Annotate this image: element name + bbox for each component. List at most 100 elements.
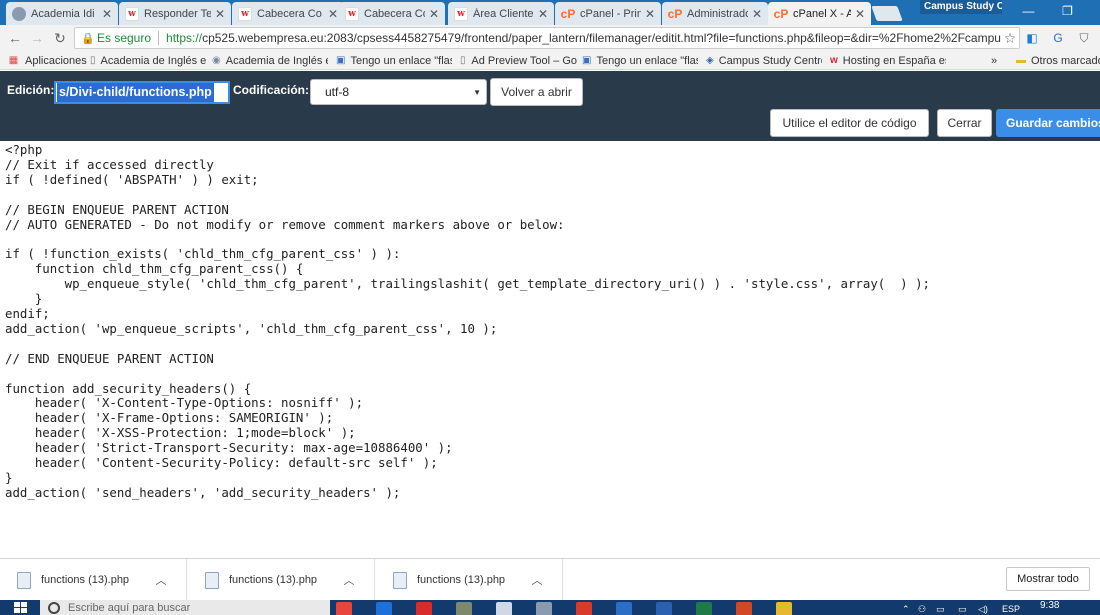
show-all-button[interactable]: Mostrar todo [1006, 567, 1090, 591]
battery-icon[interactable]: ▭ [958, 604, 967, 615]
bookmark-label: Academia de Inglés e [225, 54, 328, 67]
close-button[interactable]: Cerrar [937, 109, 992, 137]
seal-icon [12, 6, 26, 21]
tab-label: cPanel - Princ [580, 7, 641, 20]
people-icon[interactable] [616, 602, 632, 615]
caret-down-icon: ▼ [473, 88, 481, 97]
close-icon[interactable]: ✕ [215, 7, 225, 21]
store-icon[interactable] [496, 602, 512, 615]
use-code-editor-button[interactable]: Utilice el editor de código [770, 109, 929, 137]
url-text[interactable]: https://cp525.webempresa.eu:2083/cpsess4… [166, 31, 1001, 45]
volume-icon[interactable]: ◁) [978, 604, 988, 615]
other-bookmarks-folder[interactable]: ▬ Otros marcado [1016, 53, 1100, 68]
reload-icon[interactable]: ↻ [51, 29, 69, 47]
powerpoint-icon[interactable] [736, 602, 752, 615]
shield-icon[interactable]: ⛉ [1076, 30, 1092, 46]
campus-icon: ◈ [706, 55, 714, 66]
encoding-select[interactable]: utf-8 ▼ [310, 79, 487, 105]
browser-tab[interactable]: w Área Cliente ✕ [448, 2, 554, 25]
back-arrow-icon[interactable]: ← [6, 29, 24, 47]
close-icon[interactable]: ✕ [855, 7, 865, 21]
browser-tab-active[interactable]: cP cPanel X - Ac ✕ [768, 2, 871, 25]
browser-toolbar: ← → ↻ 🔒 Es seguro https://cp525.webempre… [0, 25, 1100, 51]
reopen-button[interactable]: Volver a abrir [490, 78, 583, 106]
code-text[interactable]: <?php // Exit if accessed directly if ( … [0, 141, 1100, 501]
file-path-input[interactable]: s/Divi-child/functions.php [54, 81, 230, 104]
w-logo-icon: w [238, 6, 252, 21]
bookmark-item[interactable]: ◈ Campus Study Centre [706, 53, 822, 68]
minimize-icon[interactable]: — [1012, 0, 1045, 22]
forward-arrow-icon[interactable]: → [28, 29, 46, 47]
excel-icon[interactable] [696, 602, 712, 615]
bookmarks-overflow-button[interactable]: » [991, 53, 997, 68]
chat-icon: ▣ [582, 55, 592, 66]
tab-label: Área Cliente [473, 7, 534, 20]
language-indicator[interactable]: ESP [1002, 604, 1020, 614]
windows-start-icon[interactable] [14, 602, 28, 615]
new-tab-button[interactable] [871, 6, 903, 21]
people-tray-icon[interactable]: ⚇ [918, 604, 926, 615]
file-explorer-icon[interactable] [776, 602, 792, 615]
edge-icon[interactable] [376, 602, 392, 615]
app-icon[interactable] [456, 602, 472, 615]
close-icon[interactable]: ✕ [102, 7, 112, 21]
taskbar-search-input[interactable]: Escribe aquí para buscar [40, 600, 330, 615]
word-icon[interactable] [656, 602, 672, 615]
bookmark-item[interactable]: ▯ Ad Preview Tool – Go [459, 53, 577, 68]
filezilla-icon[interactable] [576, 602, 592, 615]
close-icon[interactable]: ✕ [328, 7, 338, 21]
download-filename: functions (13).php [417, 574, 506, 586]
download-item[interactable]: functions (13).php ︿ [188, 559, 375, 601]
chevron-up-icon[interactable]: ︿ [154, 572, 168, 588]
address-bar[interactable]: 🔒 Es seguro https://cp525.webempresa.eu:… [74, 27, 1020, 49]
file-icon [17, 571, 31, 589]
chevron-up-icon[interactable]: ︿ [342, 572, 356, 588]
code-editor-area[interactable]: <?php // Exit if accessed directly if ( … [0, 141, 1100, 558]
clock[interactable]: 9:38 [1040, 600, 1059, 611]
network-icon[interactable]: ▭ [936, 604, 945, 615]
download-item[interactable]: functions (13).php ︿ [376, 559, 563, 601]
bookmark-label: Tengo un enlace "flas [350, 54, 452, 67]
app-icon[interactable] [536, 602, 552, 615]
chevron-up-icon[interactable]: ︿ [530, 572, 544, 588]
extension-icon[interactable]: ◧ [1024, 30, 1040, 46]
bookmark-item[interactable]: ▣ Tengo un enlace "flas [582, 53, 698, 68]
browser-tab[interactable]: cP Administrado ✕ [662, 2, 768, 25]
tray-chevron-icon[interactable]: ⌃ [902, 604, 910, 615]
browser-tab[interactable]: cP cPanel - Princ ✕ [555, 2, 661, 25]
bookmark-item[interactable]: w Hosting en España es [830, 53, 946, 68]
bookmark-item[interactable]: ▯ Academia de Inglés e [90, 53, 206, 68]
close-icon[interactable]: ✕ [752, 7, 762, 21]
taskbar: Escribe aquí para buscar ⌃ ⚇ ▭ ▭ ◁) ESP … [0, 600, 1100, 615]
bookmark-item[interactable]: ▣ Tengo un enlace "flas [336, 53, 452, 68]
search-placeholder: Escribe aquí para buscar [68, 601, 191, 614]
close-icon[interactable]: ✕ [538, 7, 548, 21]
tab-label: Academia Idi [31, 7, 95, 20]
star-icon[interactable]: ☆ [1001, 30, 1019, 47]
translate-icon[interactable]: G [1050, 30, 1066, 46]
encoding-label: Codificación: [233, 83, 310, 97]
w-logo-icon: w [125, 6, 139, 21]
browser-tab[interactable]: w Cabecera Co ✕ [339, 2, 445, 25]
cpanel-icon: cP [560, 6, 576, 21]
file-path-text: s/Divi-child/functions.php [57, 83, 214, 102]
tab-label: cPanel X - Ac [793, 7, 851, 20]
chat-icon: ▣ [336, 55, 346, 66]
bookmark-item[interactable]: ◉ Academia de Inglés e [212, 53, 328, 68]
bookmark-label: Academia de Inglés e [100, 54, 206, 67]
download-item[interactable]: functions (13).php ︿ [0, 559, 187, 601]
opera-icon[interactable] [416, 602, 432, 615]
browser-tab[interactable]: w Responder Te ✕ [119, 2, 231, 25]
profile-badge[interactable]: Campus Study C... [920, 0, 1002, 14]
bookmark-apps[interactable]: ▦ Aplicaciones [7, 53, 87, 68]
close-icon[interactable]: ✕ [429, 7, 439, 21]
save-changes-button[interactable]: Guardar cambios [996, 109, 1100, 137]
chrome-icon[interactable] [336, 602, 352, 615]
bookmark-label: Otros marcado [1031, 54, 1100, 67]
browser-tab[interactable]: Academia Idi ✕ [6, 2, 118, 25]
browser-tab[interactable]: w Cabecera Co ✕ [232, 2, 344, 25]
download-shelf: functions (13).php ︿ functions (13).php … [0, 558, 1100, 601]
close-icon[interactable]: ✕ [645, 7, 655, 21]
maximize-icon[interactable]: ❐ [1051, 0, 1084, 22]
tab-label: Responder Te [144, 7, 211, 20]
